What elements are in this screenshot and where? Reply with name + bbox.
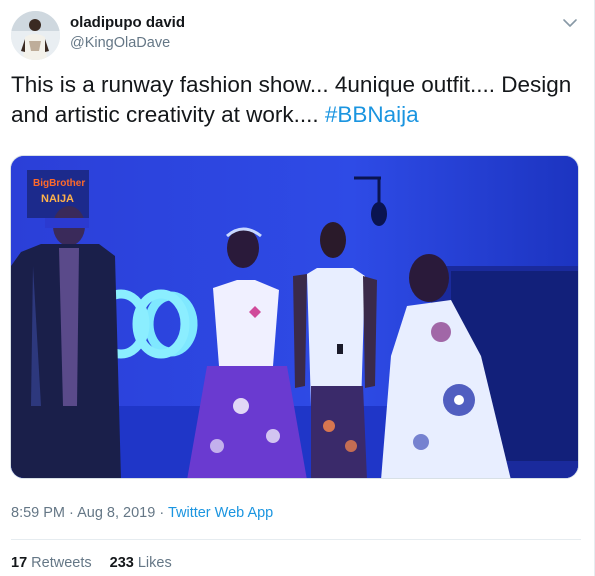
tweet-text: This is a runway fashion show... 4unique… xyxy=(11,70,581,130)
avatar-image-icon xyxy=(11,11,60,60)
author-handle[interactable]: @KingOlaDave xyxy=(70,35,170,51)
logo-line1: BigBrother xyxy=(33,178,85,189)
logo-line2: NAIJA xyxy=(41,193,74,205)
tweet-body-text: This is a runway fashion show... 4unique… xyxy=(11,72,572,127)
retweets-link[interactable]: 17 Retweets xyxy=(11,555,92,571)
tweet-source-link[interactable]: Twitter Web App xyxy=(168,505,273,521)
retweets-count: 17 xyxy=(11,555,28,571)
more-options-button[interactable] xyxy=(562,16,578,28)
tweet-time[interactable]: 8:59 PM xyxy=(11,505,65,521)
chevron-down-icon xyxy=(563,19,577,27)
likes-link[interactable]: 233 Likes xyxy=(110,555,172,571)
tweet-photo[interactable]: BigBrother NAIJA xyxy=(10,155,579,479)
tweet-meta: 8:59 PM · Aug 8, 2019 · Twitter Web App xyxy=(11,505,273,521)
author-avatar[interactable] xyxy=(11,11,60,60)
meta-separator: · xyxy=(65,505,78,521)
likes-count: 233 xyxy=(109,555,134,571)
retweets-label: Retweets xyxy=(27,555,92,571)
runway-photo-image: BigBrother NAIJA xyxy=(11,156,578,478)
stats-divider xyxy=(11,539,581,540)
author-display-name[interactable]: oladipupo david xyxy=(70,14,185,31)
tweet-date[interactable]: Aug 8, 2019 xyxy=(77,505,155,521)
meta-separator: · xyxy=(155,505,168,521)
tweet-stats: 17 Retweets 233 Likes xyxy=(11,555,172,571)
tweet-card: oladipupo david @KingOlaDave This is a r… xyxy=(0,0,595,576)
likes-label: Likes xyxy=(133,555,172,571)
hashtag-link[interactable]: #BBNaija xyxy=(325,102,419,127)
